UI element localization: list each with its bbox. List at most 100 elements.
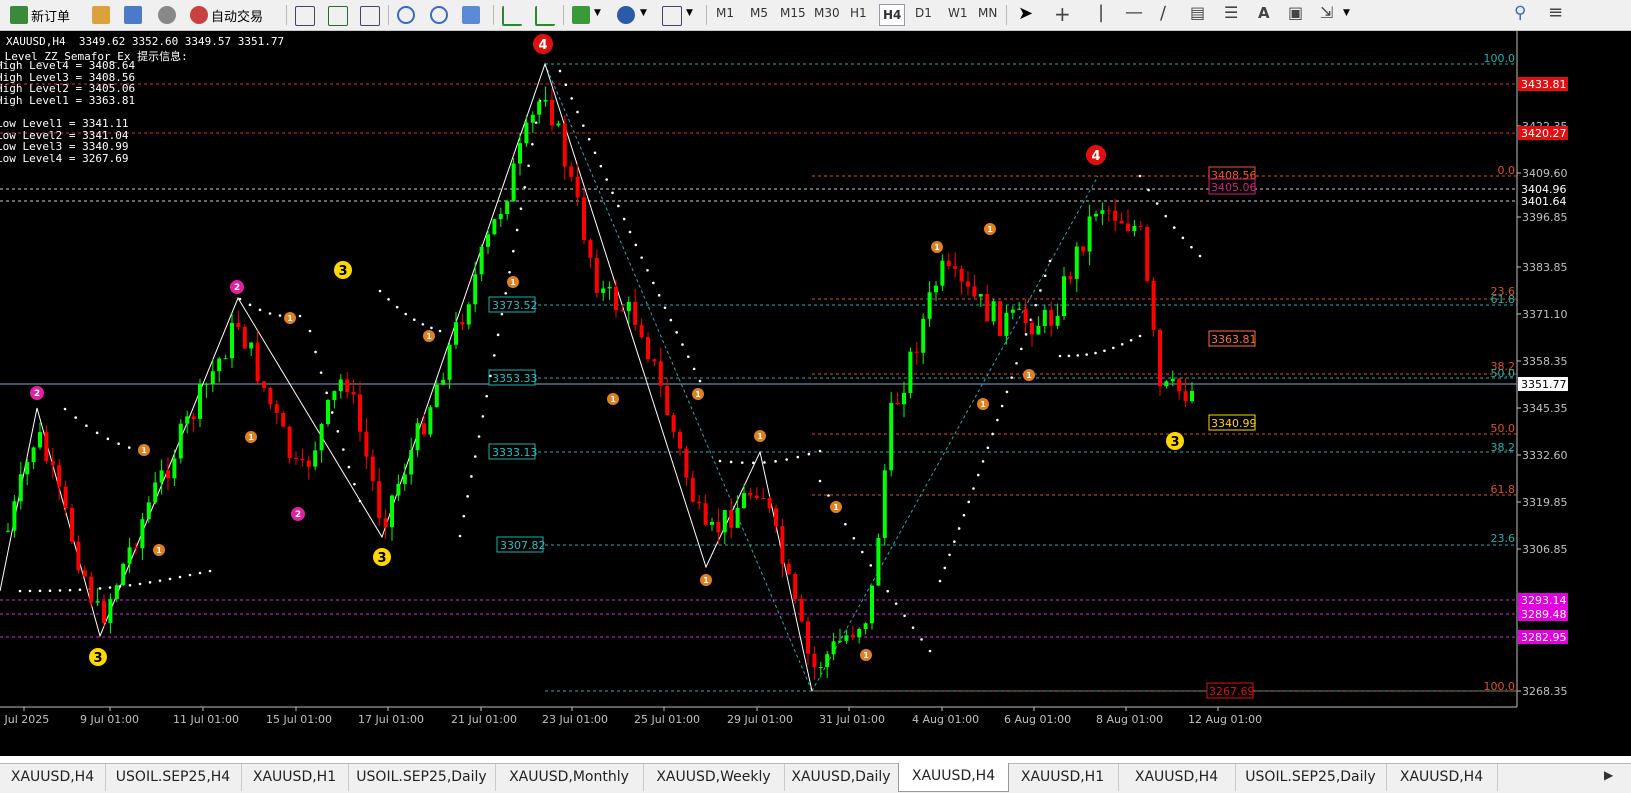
data-window-icon[interactable] [124, 6, 142, 24]
candle-body [934, 285, 938, 293]
candle-body [306, 460, 311, 467]
sar-dot [98, 587, 102, 590]
sar-dot [504, 291, 508, 295]
sar-dot [508, 271, 511, 274]
zoom-out-icon[interactable] [430, 6, 448, 24]
price-tick-label: 3345.35 [1522, 402, 1568, 415]
price-tick-label: 3396.85 [1522, 211, 1568, 224]
chart-tab[interactable]: USOIL.SEP25,Daily [348, 764, 496, 791]
templates-icon[interactable] [662, 6, 682, 26]
search-icon[interactable]: ⚲ [1514, 3, 1526, 23]
text-icon[interactable]: A [1258, 4, 1270, 22]
timeframe-m30[interactable]: M30 [814, 6, 840, 20]
indicators-dropdown-icon[interactable]: ▼ [594, 8, 601, 18]
chart-tab[interactable]: XAUUSD,H1 [1007, 764, 1119, 791]
trendline-icon[interactable]: ∕ [1160, 3, 1166, 24]
price-box-text: 3351.77 [1521, 378, 1567, 391]
chart-tab[interactable]: XAUUSD,H4 [0, 764, 106, 791]
menu-icon[interactable]: ≡ [1548, 2, 1563, 23]
new-order-button[interactable]: 新订单 [10, 4, 70, 26]
candle-chart-icon[interactable] [328, 6, 348, 26]
candle-body [601, 288, 606, 293]
fibonacci-icon[interactable]: ☰ [1224, 3, 1238, 22]
zoom-in-icon[interactable] [397, 6, 415, 24]
sar-dot [473, 455, 477, 458]
chart-tab[interactable]: XAUUSD,Monthly [495, 764, 644, 791]
fib-price-label-text: 3307.82 [500, 539, 546, 552]
price-box-text: 3293.14 [1521, 594, 1567, 607]
price-box-text: 3433.81 [1521, 78, 1567, 91]
sar-dot [622, 217, 626, 221]
sar-dot [531, 142, 534, 146]
candle-body [703, 503, 708, 525]
sar-dot [128, 583, 132, 587]
horizontal-line-icon[interactable]: — [1125, 2, 1143, 23]
chart-tab[interactable]: XAUUSD,H4 [1386, 764, 1498, 791]
chart-tab[interactable]: XAUUSD,Weekly [643, 764, 785, 791]
bar-chart-icon[interactable] [295, 6, 315, 26]
shapes-dropdown-icon[interactable]: ▼ [1343, 8, 1350, 18]
templates-dropdown-icon[interactable]: ▼ [686, 8, 693, 18]
candle-body [159, 470, 164, 483]
label-icon[interactable]: ▣ [1288, 3, 1303, 22]
time-tick-label: 4 Aug 01:00 [912, 713, 979, 726]
chart-tab[interactable]: XAUUSD,H4 [898, 763, 1009, 792]
line-chart-icon[interactable] [360, 6, 380, 26]
candle-body [671, 415, 676, 432]
vertical-line-icon[interactable]: | [1098, 2, 1104, 23]
candle-body [140, 519, 145, 549]
sar-dot [325, 391, 328, 395]
sar-dot [1085, 353, 1088, 356]
cursor-icon[interactable]: ➤ [1018, 3, 1033, 24]
price-chart[interactable]: 3373.52 3353.33 3333.13 3307.82 100.0 0.0 23.6… [0, 31, 1631, 756]
price-tick-label: 3306.85 [1522, 543, 1568, 556]
timeframe-w1[interactable]: W1 [948, 6, 968, 20]
chart-tab[interactable]: XAUUSD,Daily [784, 764, 899, 791]
autoscroll-icon[interactable] [502, 6, 522, 26]
market-watch-icon[interactable] [92, 6, 110, 24]
candle-body [185, 416, 190, 424]
tile-windows-icon[interactable] [462, 6, 480, 24]
candle-body [178, 423, 183, 459]
timeframe-m5[interactable]: M5 [750, 6, 768, 20]
level-box: 3405.06 [1208, 178, 1257, 195]
timeframe-m15[interactable]: M15 [780, 6, 806, 20]
timeframe-h1[interactable]: H1 [850, 6, 867, 20]
fib-price-label: 3353.33 [488, 369, 538, 386]
channel-icon[interactable]: ▤ [1190, 3, 1205, 22]
candle-body [166, 470, 170, 479]
periods-icon[interactable] [617, 6, 635, 24]
chart-tab[interactable]: XAUUSD,H1 [241, 764, 349, 791]
chart-shift-icon[interactable] [535, 6, 555, 26]
sar-dot [68, 588, 72, 592]
sar-dot [1190, 245, 1193, 249]
timeframe-mn[interactable]: MN [978, 6, 997, 20]
timeframe-h4[interactable]: H4 [879, 4, 906, 26]
chart-canvas[interactable]: 3373.52 3353.33 3333.13 3307.82 100.0 0.0 23.6… [0, 31, 1631, 756]
chart-tab[interactable]: USOIL.SEP25,H4 [105, 764, 242, 791]
time-tick-label: 23 Jul 01:00 [542, 713, 608, 726]
chart-tab[interactable]: XAUUSD,H4 [1118, 764, 1236, 791]
price-tick-label: 3319.85 [1522, 496, 1568, 509]
sar-dot [976, 473, 980, 477]
indicators-icon[interactable] [572, 6, 590, 24]
candle-body [230, 322, 234, 359]
level-box: 3363.81 [1208, 330, 1257, 347]
candle-body [889, 402, 894, 471]
sar-dot [421, 322, 425, 326]
shapes-icon[interactable]: ⇲ [1320, 3, 1333, 22]
candle-body [582, 197, 586, 241]
periods-dropdown-icon[interactable]: ▼ [640, 8, 647, 18]
fib-percent-label: 61.8 [1491, 483, 1516, 496]
auto-trade-button[interactable]: 自动交易 [190, 4, 263, 26]
timeframe-d1[interactable]: D1 [915, 6, 932, 20]
chart-tab[interactable]: USOIL.SEP25,Daily [1235, 764, 1387, 791]
crosshair-icon[interactable]: + [1054, 2, 1071, 26]
candle-body [422, 423, 426, 435]
candle-body [722, 510, 727, 533]
tab-scroll-right-icon[interactable]: ▶ [1604, 768, 1613, 782]
candle-body [1049, 309, 1054, 326]
timeframe-m1[interactable]: M1 [716, 6, 734, 20]
price-box: 3293.14 [1518, 593, 1568, 607]
navigator-icon[interactable] [158, 6, 176, 24]
